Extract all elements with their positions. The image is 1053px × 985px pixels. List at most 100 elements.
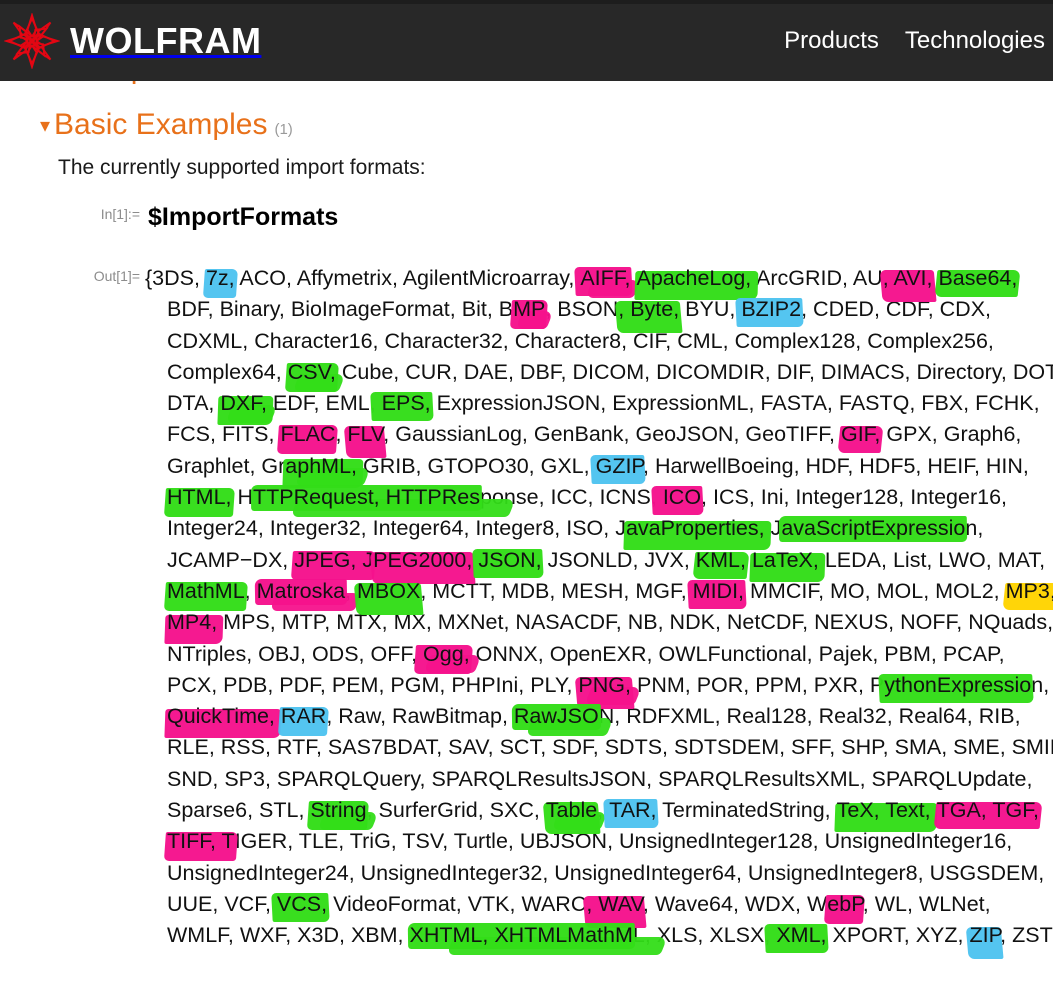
output-text: LEDA, List, LWO, MAT, — [818, 547, 1046, 572]
highlight-mark-green: XML, — [770, 923, 827, 948]
output-text: ArcGRID, AU — [751, 266, 883, 290]
output-text: ExpressionJSON, ExpressionML, FASTA, FAS… — [430, 391, 1040, 416]
output-text: N, RDFXML, Real128, Real32, Real64, RIB, — [598, 704, 1021, 729]
output-cell-label: Out[1]= — [93, 268, 140, 284]
highlight-mark-yellow: MP3, — [1006, 579, 1053, 603]
output-line: JCAMP−DX, JPEG, JPEG2000, JSON, JSONLD, … — [145, 545, 1050, 576]
output-text: UUE, VCF, — [167, 891, 277, 916]
output-text: , GaussianLog, GenBank, GeoJSON, GeoTIFF… — [383, 422, 841, 447]
input-cell-label: In[1]:= — [100, 206, 140, 222]
output-expression-list: {3DS, 7z, ACO, Affymetrix, AgilentMicroa… — [145, 263, 1053, 952]
highlight-mark-pink: TIFF, T — [167, 829, 235, 854]
output-line: QuickTime, RAR, Raw, RawBitmap, RawJSON,… — [145, 701, 1050, 732]
output-text: JCAMP−DX, — [167, 547, 295, 572]
chevron-down-icon[interactable]: ▾ — [40, 116, 50, 136]
highlight-mark-cyan: RAR — [280, 704, 327, 729]
highlight-mark-pink: MP4, — [167, 610, 218, 635]
highlight-mark-green: String — [310, 798, 367, 823]
section-heading-basic-examples[interactable]: ▾ Basic Examples (1) — [40, 108, 293, 142]
highlight-mark-green: Base64, — [938, 266, 1018, 290]
highlight-mark-pink: GIF, — [840, 422, 881, 447]
output-text: NTriples, OBJ, ODS, OFF, — [167, 641, 418, 666]
output-line: MathML, Matroska, MBOX, MCTT, MDB, MESH,… — [145, 576, 1053, 607]
highlight-mark-pink: MIDI, — [692, 578, 745, 603]
output-text: , ZSTD} — [1000, 923, 1053, 948]
output-text: H — [231, 485, 253, 510]
output-line: Complex64, CSV, Cube, CUR, DAE, DBF, DIC… — [145, 357, 1053, 388]
primary-navigation: Products Technologies — [784, 27, 1045, 55]
wolfram-spikey-icon — [4, 12, 60, 69]
output-text: n, — [965, 516, 984, 541]
output-line: WMLF, WXF, X3D, XBM, XHTML, XHTMLMathML,… — [145, 920, 1053, 951]
input-expression[interactable]: $ImportFormats — [148, 203, 338, 232]
output-line: FCS, FITS, FLAC, FLV, GaussianLog, GenBa… — [145, 419, 1050, 450]
wolfram-wordmark: WOLFRAM — [70, 19, 262, 61]
highlight-mark-green: JSON, — [478, 547, 542, 572]
highlight-mark-green: aphML, — [285, 453, 358, 478]
output-text: , Wave64, WDX, W — [642, 891, 828, 916]
output-text: , HarwellBoeing, HDF, HDF5, HEIF, HIN, — [643, 453, 1029, 478]
wolfram-home-link[interactable]: WOLFRAM — [4, 12, 262, 69]
output-text: ACO, Affymetrix, AgilentMicroarray, — [234, 266, 581, 290]
highlight-mark-pink: FLV — [347, 422, 384, 447]
highlight-mark-green: MathML — [167, 578, 245, 603]
output-text: IGER, TLE, TriG, TSV, Turtle, UBJSON, Un… — [234, 829, 1013, 854]
output-line: PCX, PDB, PDF, PEM, PGM, PHPIni, PLY, PN… — [145, 670, 1050, 701]
output-line: {3DS, 7z, ACO, Affymetrix, AgilentMicroa… — [145, 263, 1050, 294]
highlight-mark-pink: FLAC — [280, 422, 336, 447]
highlight-mark-green: TeX, Text, — [836, 798, 931, 823]
highlight-mark-pink: AIFF, — [580, 266, 631, 290]
highlight-mark-green: HTML, — [167, 485, 232, 510]
highlight-mark-pink: , WAV — [586, 891, 643, 916]
output-text: EDF, EML, — [266, 391, 376, 416]
output-text: , Raw, RawBitmap, — [326, 704, 514, 729]
output-text: NNX, OpenEXR, OWLFunctional, Pajek, PBM,… — [492, 641, 1005, 666]
output-text: XPORT, XYZ, — [826, 923, 970, 948]
nav-link-technologies[interactable]: Technologies — [905, 27, 1045, 55]
highlight-mark-pink: PEG2000, — [373, 547, 473, 572]
output-text: PNM, POR, PPM, PXR, P — [631, 672, 885, 697]
output-text: Sparse6, STL, — [167, 798, 311, 823]
highlight-mark-pink: PNG, — [578, 672, 631, 697]
output-text: , BSON — [545, 297, 619, 322]
highlight-mark-green: DXF, — [220, 391, 267, 416]
highlight-mark-green: RawJSO — [513, 704, 599, 729]
highlight-mark-green: MBOX — [357, 578, 421, 603]
highlight-mark-green: ApacheLog, — [636, 266, 752, 290]
output-line: CDXML, Character16, Character32, Charact… — [145, 326, 1050, 357]
output-text: Graphlet, Gr — [167, 453, 286, 478]
highlight-mark-pink: TGA, TGF, — [936, 798, 1039, 823]
output-text: GPX, Graph6, — [880, 422, 1022, 447]
highlight-mark-green: LaTeX, — [751, 547, 819, 572]
header-top-strip — [0, 0, 1053, 4]
output-text: SND, SP3, SPARQLQuery, SPARQLResultsJSON… — [167, 766, 1033, 791]
output-text: , WL, WLNet, — [862, 891, 991, 916]
highlight-mark-pink: ICO — [656, 485, 702, 510]
output-text: Complex64, — [167, 359, 288, 384]
output-text: WMLF, WXF, X3D, XBM, — [167, 923, 410, 948]
output-text: BYU, — [679, 297, 742, 322]
output-text: MPS, MTP, MTX, MX, MXNet, NASACDF, NB, N… — [217, 610, 1053, 635]
highlight-mark-pink: Ogg, — [417, 641, 470, 666]
output-line: RLE, RSS, RTF, SAS7BDAT, SAV, SCT, SDF, … — [145, 732, 1053, 763]
highlight-mark-green: Table — [545, 798, 598, 823]
highlight-mark-pink: Matroska — [256, 578, 346, 603]
nav-link-products[interactable]: Products — [784, 27, 879, 55]
highlight-mark-green: avaProperties, — [625, 516, 765, 541]
highlight-mark-cyan: BZIP2 — [741, 297, 802, 322]
output-line: Graphlet, GraphML, GRIB, GTOPO30, GXL, G… — [145, 451, 1050, 482]
output-text: {3DS, — [145, 266, 206, 290]
basic-examples-count: (1) — [274, 121, 293, 138]
highlight-mark-cyan: 7z, — [205, 266, 235, 290]
output-text: VideoFormat, VTK, WARC — [327, 891, 587, 916]
output-text: MMCIF, MO, MOL, MOL2, — [744, 578, 1006, 603]
basic-examples-heading-label: Basic Examples — [54, 108, 268, 141]
output-text: Integer24, Integer32, Integer64, Integer… — [167, 516, 626, 541]
highlight-mark-green: XHTML, XHTMLMathM — [409, 923, 633, 948]
output-text: TerminatedString, — [656, 798, 837, 823]
output-text: n, — [1031, 672, 1050, 697]
output-line: UUE, VCF, VCS, VideoFormat, VTK, WARC, W… — [145, 889, 1050, 920]
highlight-mark-cyan: TAR, — [609, 798, 657, 823]
highlight-mark-green: EPS, — [375, 391, 431, 416]
highlight-mark-green: TTPRequest, HTTPRes — [253, 485, 480, 510]
